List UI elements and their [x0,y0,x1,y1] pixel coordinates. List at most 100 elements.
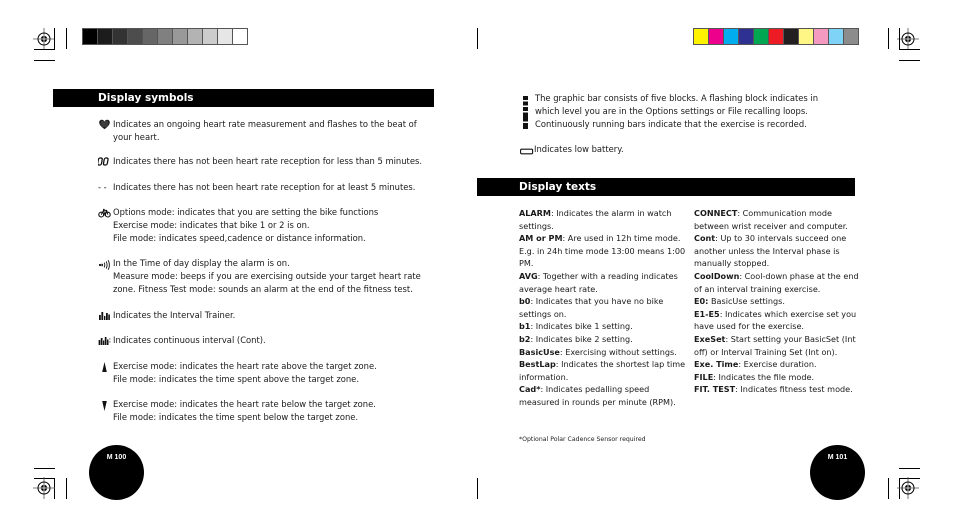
heart-icon [98,118,111,131]
color-swatch [709,29,723,44]
term-entry: BasicUse: Exercising without settings. [519,346,691,359]
crop-mark [34,60,55,61]
term-label: b0 [519,296,531,307]
term-label: AVG [519,270,538,281]
term-entry: ALARM: Indicates the alarm in watch sett… [519,207,691,232]
term-label: b2 [519,333,531,344]
grayscale-swatch [128,29,142,44]
symbol-item: Indicates continuous interval (Cont). [98,334,443,347]
term-description: : Indicates pedalling speed measured in … [519,384,676,407]
term-entry: E0: BasicUse settings. [694,295,864,308]
term-label: ALARM [519,208,551,218]
section-title: Display symbols [98,92,194,104]
term-description: : Indicates fitness test mode. [735,384,853,395]
registration-mark-top-left [33,28,55,50]
term-description: BasicUse settings. [708,296,785,307]
term-label: E0: [694,296,709,307]
symbol-description: Indicates an ongoing heart rate measurem… [113,119,417,142]
symbol-item: In the Time of day display the alarm is … [98,257,443,296]
term-description: : Up to 30 intervals succeed one another… [694,233,847,269]
term-entry: Cad*: Indicates pedalling speed measured… [519,383,691,408]
color-swatch [844,29,858,44]
grayscale-swatch [233,29,247,44]
term-label: FILE [694,371,714,382]
battery-item: Indicates low battery. [520,143,860,156]
grayscale-swatch [83,29,97,44]
page-number: M 100 [106,454,127,461]
color-swatch [724,29,738,44]
term-entry: Cont: Up to 30 intervals succeed one ano… [694,232,864,270]
symbol-item: - - Indicates there has not been heart r… [98,181,443,194]
term-description: : Indicates that you have no bike settin… [519,296,664,319]
crop-mark [66,478,67,499]
grayscale-bar [82,28,248,45]
term-label: Exe. Time [694,359,739,370]
registration-mark-bottom-left [33,477,55,499]
no-reception-long-icon: - - [98,182,107,192]
color-bar [693,28,859,45]
crop-mark [899,468,920,469]
grayscale-swatch [113,29,127,44]
term-label: BestLap [519,359,556,370]
arrow-down-icon [98,398,111,411]
color-swatch [799,29,813,44]
color-swatch [784,29,798,44]
page-number-badge-right: M 101 [810,445,865,500]
term-entry: ExeSet: Start setting your BasicSet (Int… [694,333,864,358]
battery-description: Indicates low battery. [534,144,624,154]
term-entry: Exe. Time: Exercise duration. [694,358,864,371]
symbol-item: Indicates an ongoing heart rate measurem… [98,118,443,144]
interval-trainer-icon [98,309,111,322]
graphic-bar-item: The graphic bar consists of five blocks.… [520,92,860,131]
symbol-item: Exercise mode: indicates the heart rate … [98,398,443,424]
color-swatch [754,29,768,44]
symbol-item: Indicates there has not been heart rate … [97,155,443,168]
term-description: : Exercising without settings. [559,346,677,357]
page-number: M 101 [827,454,848,461]
graphic-bar-description: The graphic bar consists of five blocks.… [535,93,819,129]
symbol-item: Exercise mode: indicates the heart rate … [98,360,443,386]
registration-mark-top-right [897,28,919,50]
crop-mark [899,28,900,49]
term-label: Cad* [519,384,541,395]
arrow-up-icon [98,360,111,373]
footnote: *Optional Polar Cadence Sensor required [519,436,646,443]
term-label: CONNECT [694,208,738,218]
symbol-description: Exercise mode: indicates the heart rate … [113,361,377,384]
symbol-description: Indicates continuous interval (Cont). [113,335,266,345]
term-entry: b1: Indicates bike 1 setting. [519,320,691,333]
term-description: : Exercise duration. [738,359,817,370]
color-swatch [769,29,783,44]
symbol-description: Indicates there has not been heart rate … [113,156,423,166]
term-entry: E1-E5: Indicates which exercise set you … [694,308,864,333]
color-swatch [829,29,843,44]
term-entry: CoolDown: Cool-down phase at the end of … [694,270,864,295]
terms-column-2: CONNECT: Communication mode between wris… [694,207,864,396]
term-description: : Together with a reading indicates aver… [519,270,678,294]
grayscale-swatch [188,29,202,44]
color-swatch [739,29,753,44]
grayscale-swatch [158,29,172,44]
term-description: : Indicates bike 1 setting. [530,321,633,332]
term-label: FIT. TEST [694,384,736,395]
crop-mark [54,28,55,49]
term-label: BasicUse [519,346,560,357]
symbol-description: In the Time of day display the alarm is … [113,258,421,294]
term-label: E1-E5 [694,308,720,319]
section-header-display-texts: Display texts [477,178,855,196]
symbol-description: Exercise mode: indicates the heart rate … [113,399,376,422]
bike-icon [98,206,111,219]
crop-mark [34,49,55,50]
grayscale-swatch [203,29,217,44]
term-entry: FIT. TEST: Indicates fitness test mode. [694,383,864,396]
term-label: ExeSet [694,333,726,344]
section-title: Display texts [519,181,597,193]
term-entry: FILE: Indicates the file mode. [694,371,864,384]
low-battery-icon [520,146,534,155]
crop-mark [66,28,67,49]
grayscale-swatch [98,29,112,44]
grayscale-swatch [173,29,187,44]
term-label: Cont [694,233,716,244]
term-entry: b2: Indicates bike 2 setting. [519,333,691,346]
grayscale-swatch [143,29,157,44]
